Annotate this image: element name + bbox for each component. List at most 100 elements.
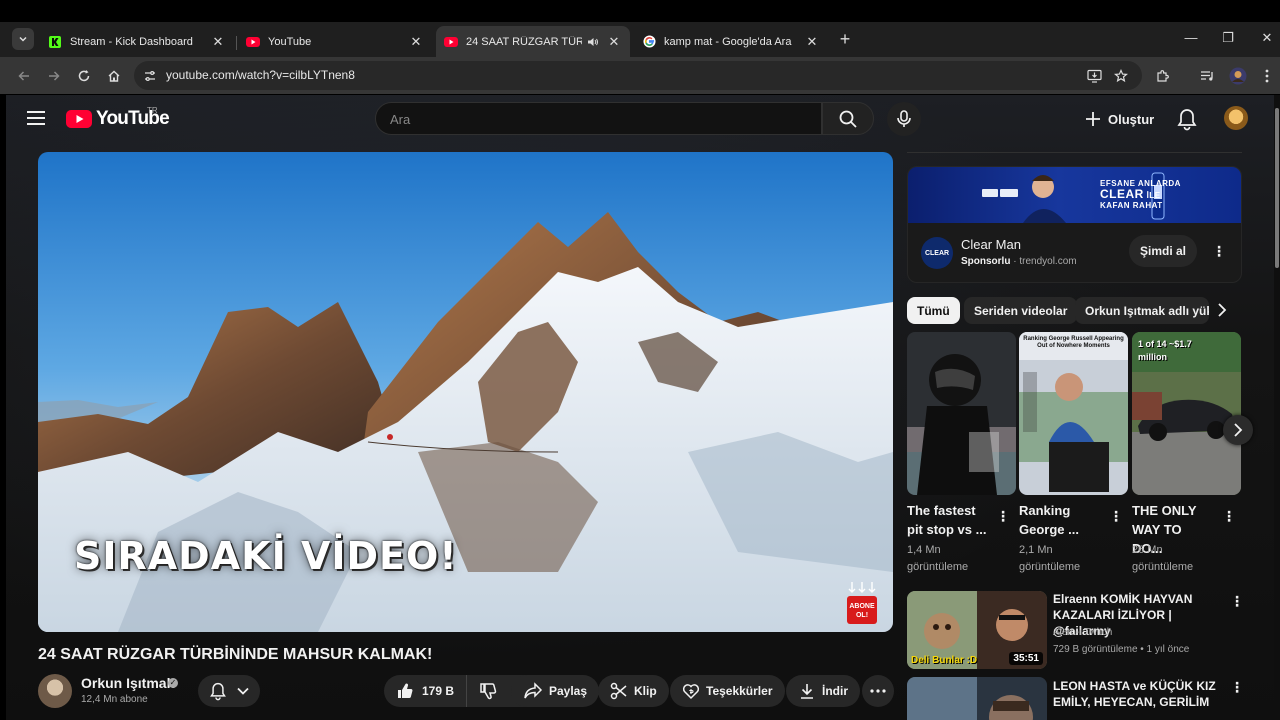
- dislike-button[interactable]: [467, 675, 509, 707]
- ad-banner-image[interactable]: EFSANE ANLARDA CLEAR İLE KAFAN RAHAT: [908, 167, 1241, 223]
- close-icon[interactable]: ✕: [804, 34, 820, 50]
- ad-banner-art: [982, 172, 1165, 223]
- thumbs-up-icon: [398, 683, 413, 698]
- like-button[interactable]: 179 B: [384, 675, 468, 707]
- browser-menu-icon[interactable]: [1257, 66, 1277, 86]
- chevron-right-icon: [1234, 423, 1243, 437]
- recommendation-thumbnail-image: [907, 677, 1047, 720]
- url-text: youtube.com/watch?v=cilbLYTnen8: [166, 68, 355, 82]
- microphone-icon: [897, 110, 911, 127]
- download-button[interactable]: İndir: [786, 675, 860, 707]
- tab-youtube[interactable]: YouTube ✕: [238, 26, 432, 57]
- shorts-scroll-next[interactable]: [1223, 415, 1253, 445]
- minimize-icon[interactable]: —: [1182, 30, 1200, 45]
- sidebar-divider: [907, 152, 1242, 153]
- page-scrollbar-thumb[interactable]: [1275, 108, 1279, 268]
- profile-avatar[interactable]: [1228, 66, 1248, 86]
- create-label: Oluştur: [1108, 111, 1155, 127]
- tab-kick-dashboard[interactable]: Stream - Kick Dashboard ✕: [40, 26, 234, 57]
- short-views: 26 Mn görüntüleme: [1132, 544, 1194, 573]
- channel-name[interactable]: Orkun Işıtmak: [81, 675, 174, 691]
- window-close-icon[interactable]: ✕: [1258, 30, 1276, 46]
- install-app-icon[interactable]: [1084, 66, 1104, 86]
- browser-tab-bar: Stream - Kick Dashboard ✕ YouTube ✕ 24 S…: [0, 22, 1280, 57]
- extensions-icon[interactable]: [1153, 66, 1173, 86]
- youtube-icon: [444, 35, 458, 49]
- share-icon: [524, 682, 543, 699]
- recommendation-thumbnail[interactable]: Deli Bunlar :D 35:51: [907, 591, 1047, 669]
- youtube-icon: [246, 35, 260, 49]
- short-title[interactable]: Ranking George ...: [1019, 501, 1101, 539]
- subscribe-watermark[interactable]: ABONE OL!: [844, 580, 880, 628]
- video-player[interactable]: SIRADAKİ VİDEO! ABONE OL!: [38, 152, 893, 632]
- plus-icon: [1086, 112, 1100, 126]
- account-avatar[interactable]: [1224, 106, 1248, 130]
- menu-icon[interactable]: [27, 111, 45, 125]
- thanks-button[interactable]: Teşekkürler: [670, 675, 785, 707]
- voice-search-button[interactable]: [887, 102, 921, 136]
- chip-uploader[interactable]: Orkun Işıtmak adlı yükleyiciden: [1075, 297, 1209, 324]
- verified-icon: ✓: [168, 678, 178, 688]
- ad-title[interactable]: Clear Man: [961, 237, 1021, 252]
- scissors-icon: [610, 682, 627, 700]
- clip-button[interactable]: Klip: [598, 675, 669, 707]
- reload-icon[interactable]: [74, 66, 94, 86]
- more-vertical-icon[interactable]: ⋮: [996, 508, 1010, 525]
- site-info-icon[interactable]: [140, 66, 160, 86]
- chevron-right-icon: [1218, 303, 1227, 317]
- chip-scroll-next[interactable]: [1210, 298, 1234, 322]
- more-horizontal-icon: [870, 689, 886, 693]
- more-vertical-icon[interactable]: ⋮: [1230, 593, 1244, 610]
- chip-series-videos[interactable]: Seriden videolar: [964, 297, 1078, 324]
- thumbs-down-icon: [480, 683, 497, 700]
- maximize-icon[interactable]: ❐: [1219, 30, 1237, 46]
- speaker-icon[interactable]: [586, 35, 600, 49]
- ad-sponsor-line: Sponsorlu · trendyol.com: [961, 256, 1077, 267]
- close-icon[interactable]: ✕: [606, 34, 622, 50]
- bookmark-star-icon[interactable]: [1111, 66, 1131, 86]
- recommendation-thumbnail[interactable]: [907, 677, 1047, 720]
- sponsored-ad-card[interactable]: EFSANE ANLARDA CLEAR İLE KAFAN RAHAT CLE…: [907, 166, 1242, 283]
- subscriber-count: 12,4 Mn abone: [81, 694, 148, 705]
- chevron-down-icon: [19, 36, 27, 42]
- media-controls-icon[interactable]: [1197, 66, 1217, 86]
- youtube-page: YouTube TR Oluştur: [6, 95, 1274, 720]
- channel-avatar[interactable]: [38, 674, 72, 708]
- ad-banner-brand: CLEAR: [1100, 187, 1144, 201]
- tab-google-search[interactable]: kamp mat - Google'da Ara ✕: [634, 26, 828, 57]
- new-tab-button[interactable]: +: [836, 29, 854, 51]
- tab-search-button[interactable]: [12, 28, 34, 50]
- short-thumbnail[interactable]: [907, 332, 1016, 495]
- chip-all[interactable]: Tümü: [907, 297, 960, 324]
- forward-icon[interactable]: [44, 66, 64, 86]
- more-vertical-icon[interactable]: ⋮: [1109, 508, 1123, 525]
- recommendation-channel[interactable]: Alem-i Twitch: [1053, 627, 1112, 638]
- ad-banner-line2b: İLE: [1146, 191, 1161, 200]
- notifications-bell-icon[interactable]: [1176, 107, 1198, 131]
- download-label: İndir: [822, 684, 848, 698]
- advertiser-logo[interactable]: CLEAR: [921, 237, 953, 269]
- search-button[interactable]: [822, 102, 874, 135]
- search-input[interactable]: [390, 109, 810, 129]
- ad-buy-now-button[interactable]: Şimdi al: [1129, 235, 1197, 267]
- subscription-notifications-button[interactable]: [198, 675, 260, 707]
- close-icon[interactable]: ✕: [210, 34, 226, 50]
- share-button[interactable]: Paylaş: [511, 675, 600, 707]
- share-label: Paylaş: [549, 684, 588, 698]
- tab-current-video[interactable]: 24 SAAT RÜZGAR TÜRBİNİ ✕: [436, 26, 630, 57]
- back-icon[interactable]: [14, 66, 34, 86]
- tab-title: kamp mat - Google'da Ara: [664, 35, 792, 48]
- more-actions-button[interactable]: [862, 675, 894, 707]
- short-thumbnail[interactable]: 1 of 14 ~$1.7 million: [1132, 332, 1241, 495]
- more-vertical-icon[interactable]: ⋮: [1211, 240, 1227, 262]
- kick-icon: [48, 35, 62, 49]
- more-vertical-icon[interactable]: ⋮: [1230, 679, 1244, 696]
- recommendation-title[interactable]: LEON HASTA ve KÜÇÜK KIZ EMİLY, HEYECAN, …: [1053, 678, 1231, 710]
- home-icon[interactable]: [104, 66, 124, 86]
- short-thumbnail[interactable]: Ranking George Russell Appearing Out of …: [1019, 332, 1128, 495]
- thanks-heart-icon: [682, 684, 700, 700]
- close-icon[interactable]: ✕: [408, 34, 424, 50]
- short-title[interactable]: The fastest pit stop vs ...: [907, 501, 989, 539]
- more-vertical-icon[interactable]: ⋮: [1222, 508, 1236, 525]
- create-button[interactable]: Oluştur: [1084, 105, 1154, 133]
